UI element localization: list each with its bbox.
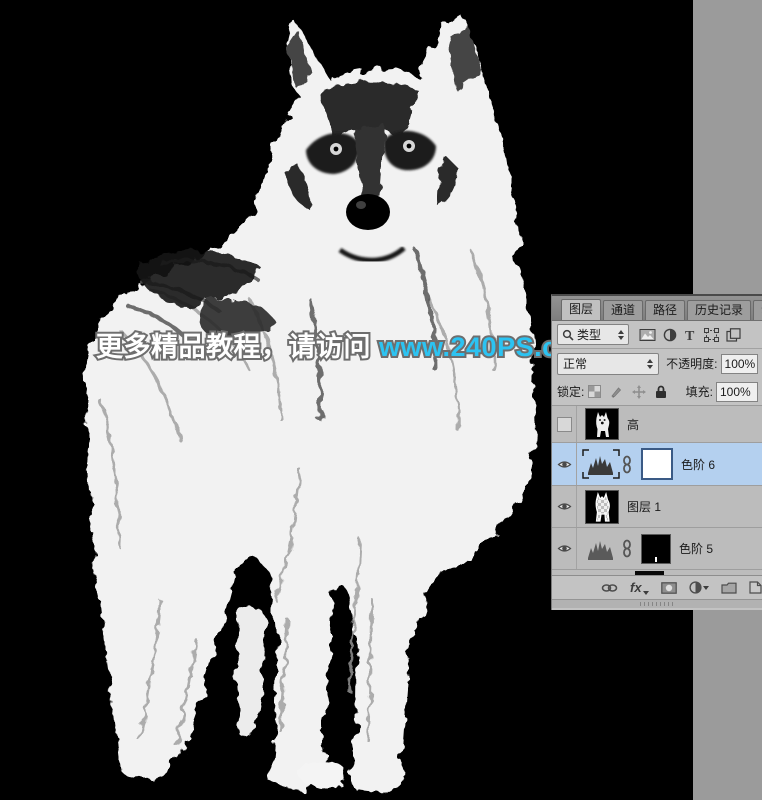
link-mask-icon[interactable]: [622, 539, 632, 558]
blend-mode-value: 正常: [563, 355, 587, 372]
link-layers-icon[interactable]: [601, 583, 618, 593]
filter-type-layers-icon[interactable]: T: [684, 328, 697, 342]
visibility-off-box: [557, 417, 572, 432]
visibility-toggle[interactable]: [552, 443, 577, 485]
fill-label: 填充:: [686, 383, 713, 400]
layer-mask-thumbnail-white[interactable]: [641, 448, 673, 480]
filter-adjustment-layers-icon[interactable]: [663, 328, 677, 342]
new-group-folder-icon[interactable]: [721, 582, 737, 594]
tab-paths[interactable]: 路径: [645, 300, 685, 320]
layer-name[interactable]: 色阶 5: [679, 540, 713, 557]
adjustment-thumbnail-levels[interactable]: [582, 534, 620, 564]
filter-smart-objects-icon[interactable]: [726, 328, 741, 342]
filter-kind-label: 类型: [577, 326, 601, 343]
layer-mask-thumbnail-black[interactable]: [641, 534, 671, 564]
panel-footer: fx: [552, 575, 762, 599]
tab-history[interactable]: 历史记录: [687, 300, 751, 320]
eye-icon: [557, 459, 572, 470]
layers-list: 高 色阶 6: [552, 406, 762, 575]
visibility-toggle[interactable]: [552, 528, 577, 569]
search-icon: [562, 329, 574, 341]
layer-row-gao[interactable]: 高: [552, 406, 762, 443]
layer-name[interactable]: 高: [627, 416, 639, 433]
lock-all-icon[interactable]: [655, 385, 667, 399]
filter-shape-layers-icon[interactable]: [704, 328, 719, 342]
tab-actions[interactable]: 动作: [753, 300, 762, 320]
lock-position-icon[interactable]: [632, 385, 646, 399]
layer-name[interactable]: 色阶 6: [681, 456, 715, 473]
new-adjustment-layer-icon[interactable]: [689, 581, 709, 594]
layer-name[interactable]: 图层 1: [627, 498, 661, 515]
layer-style-fx-icon[interactable]: fx: [630, 581, 649, 595]
opacity-value-field[interactable]: 100%: [721, 354, 758, 374]
layer-row-partial: [552, 570, 762, 575]
filter-kind-dropdown[interactable]: 类型: [557, 324, 629, 345]
tab-layers[interactable]: 图层: [561, 299, 601, 320]
lock-transparent-pixels-icon[interactable]: [588, 385, 601, 398]
new-layer-icon[interactable]: [749, 581, 762, 594]
tab-channels[interactable]: 通道: [603, 300, 643, 320]
layer-row-layer1[interactable]: 图层 1: [552, 486, 762, 528]
link-mask-icon[interactable]: [622, 455, 632, 474]
lock-image-pixels-icon[interactable]: [610, 385, 623, 398]
adjustment-thumbnail-levels[interactable]: [582, 449, 620, 479]
svg-text:T: T: [685, 329, 695, 342]
panel-tab-bar: 图层 通道 路径 历史记录 动作: [552, 296, 762, 321]
visibility-toggle[interactable]: [552, 486, 577, 527]
lock-label: 锁定:: [557, 383, 584, 400]
filter-pixel-layers-icon[interactable]: [639, 328, 656, 342]
blend-row: 正常 不透明度: 100%: [552, 349, 762, 378]
panel-resize-grip[interactable]: [552, 599, 762, 608]
updown-arrows-icon: [647, 359, 653, 369]
lock-row: 锁定: 填充: 100%: [552, 378, 762, 406]
visibility-toggle[interactable]: [552, 406, 577, 442]
layer-thumbnail-wolf[interactable]: [585, 408, 619, 440]
filter-row: 类型 T: [552, 321, 762, 349]
blend-mode-dropdown[interactable]: 正常: [557, 353, 659, 375]
updown-arrows-icon: [618, 330, 624, 340]
opacity-label: 不透明度:: [666, 355, 717, 372]
layer-row-levels5[interactable]: 色阶 5: [552, 528, 762, 570]
layer-thumbnail-silhouette[interactable]: [585, 490, 619, 524]
layers-panel: 图层 通道 路径 历史记录 动作 类型 T 正常: [551, 294, 762, 610]
photoshop-workspace: 更多精品教程，请访问 www.240PS.com 图层 通道 路径 历史记录 动…: [0, 0, 762, 800]
add-layer-mask-icon[interactable]: [661, 582, 677, 594]
layer-row-levels6[interactable]: 色阶 6: [552, 443, 762, 486]
fill-value-field[interactable]: 100%: [716, 382, 758, 402]
eye-icon: [557, 543, 572, 554]
eye-icon: [557, 501, 572, 512]
grip-dots-icon: [640, 602, 676, 606]
